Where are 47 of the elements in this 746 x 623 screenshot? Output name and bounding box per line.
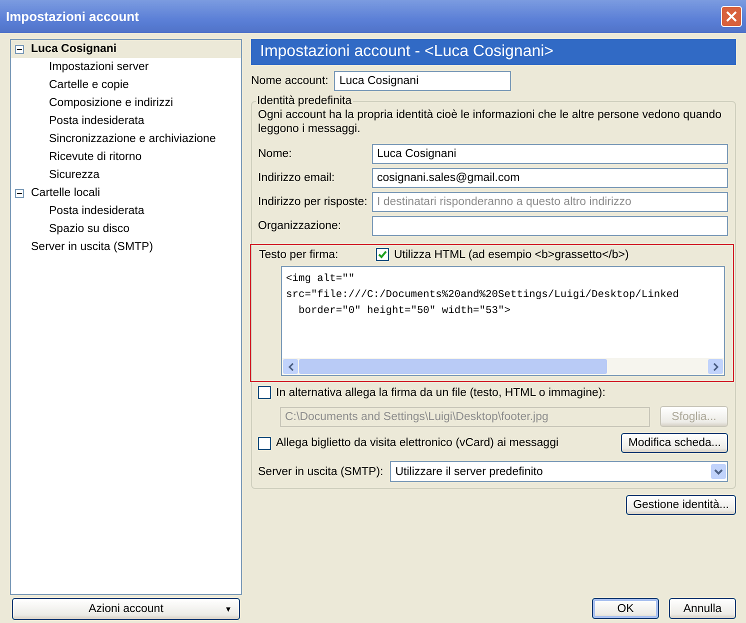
field-label: Nome: [258,148,293,160]
tree-item[interactable]: Sincronizzazione e archiviazione [11,130,241,148]
edit-card-button[interactable]: Modifica scheda... [621,433,728,453]
checkbox-label: Utilizza HTML (ad esempio <b>grassetto</b>) [394,248,629,260]
signature-editor[interactable]: <img alt="" src="file:///C:/Documents%20and%20Settings/Luigi/Desktop/Linked border="0" height="50" width="53"> [281,266,725,376]
input-field[interactable] [372,216,728,236]
scrollbar[interactable] [282,358,724,375]
page-header: Impostazioni account - <Luca Cosignani> [251,39,736,65]
checkbox-label: Allega biglietto da visita elettronico (vCard) ai messaggi [276,437,559,449]
cancel-button[interactable]: Annulla [669,598,736,619]
close-icon [726,11,737,22]
tree-item[interactable]: Cartelle e copie [11,76,241,94]
tree-item[interactable]: Posta indesiderata [11,202,241,220]
input-field[interactable]: I destinatari risponderanno a questo altro indirizzo [372,192,728,212]
input-field[interactable]: Luca Cosignani [334,71,512,91]
description-text: Ogni account ha la propria identità cioè le informazioni che le altre persone vedono quando leggono i messaggi. [258,108,722,136]
tree-item[interactable]: Sicurezza [11,166,241,184]
collapse-icon[interactable] [15,188,24,198]
checkbox[interactable] [258,386,271,399]
input-field[interactable]: cosignani.sales@gmail.com [372,168,728,188]
field-label: Organizzazione: [258,220,342,232]
tree-item[interactable]: Composizione e indirizzi [11,94,241,112]
field-label: Testo per firma: [259,248,340,260]
ok-button[interactable]: OK [592,598,659,619]
field-label: Server in uscita (SMTP): [258,466,384,478]
field-label: Nome account: [251,75,328,87]
checkbox[interactable] [376,248,389,261]
input-field[interactable]: Luca Cosignani [372,144,728,164]
close-button[interactable] [721,6,742,27]
field-label: Indirizzo email: [258,172,336,184]
checkbox-label: In alternativa allega la firma da un file (testo, HTML o immagine): [276,386,606,398]
collapse-icon[interactable] [15,44,24,54]
caret-icon: ▾ [226,604,231,614]
tree-item[interactable]: Luca Cosignani [11,40,241,58]
tree-item[interactable]: Server in uscita (SMTP) [11,238,241,256]
group-title: Identità predefinita [256,95,353,107]
checkbox[interactable] [258,436,271,450]
tree-item[interactable]: Ricevute di ritorno [11,148,241,166]
tree-item[interactable]: Cartelle locali [11,184,241,202]
tree-item[interactable]: Posta indesiderata [11,112,241,130]
manage-identities-button[interactable]: Gestione identità... [626,495,736,515]
tree-item[interactable]: Spazio su disco [11,220,241,238]
field-label: Indirizzo per risposte: [258,196,368,208]
tree-item[interactable]: Impostazioni server [11,58,241,76]
window-title: Impostazioni account [6,9,140,24]
account-actions-button[interactable]: Azioni account ▾ [12,598,240,620]
dropdown[interactable]: Utilizzare il server predefinito [390,461,728,482]
